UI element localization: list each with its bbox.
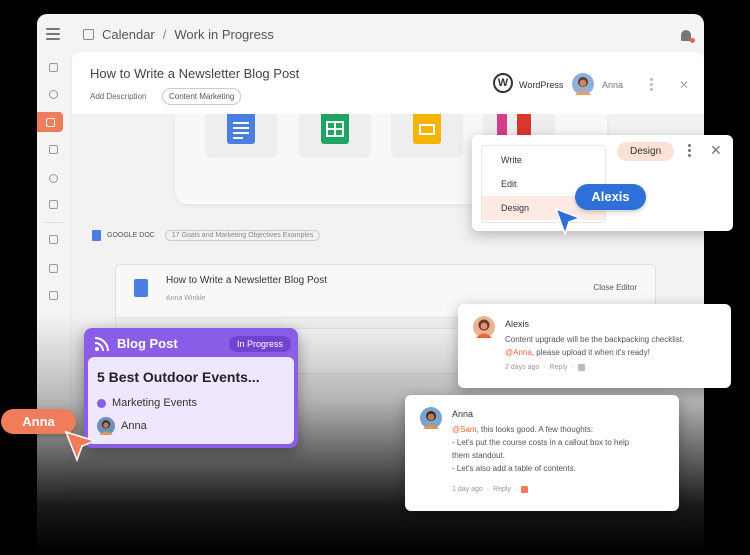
breadcrumb-current[interactable]: Work in Progress bbox=[174, 27, 273, 42]
breadcrumb-separator: / bbox=[162, 27, 167, 42]
comment-meta: 2 days ago · Reply · bbox=[505, 364, 585, 371]
linked-doc-pill[interactable]: 17 Goals and Marketing Objectives Exampl… bbox=[164, 230, 321, 241]
reply-link[interactable]: Reply bbox=[550, 364, 568, 371]
book-icon[interactable] bbox=[46, 197, 61, 212]
editor-author: Anna Winkle bbox=[166, 295, 206, 302]
add-description-link[interactable]: Add Description bbox=[90, 92, 146, 101]
google-doc-section: GOOGLE DOC 17 Goals and Marketing Object… bbox=[92, 230, 321, 241]
comment-anna: Anna @Sam, this looks good. A few though… bbox=[405, 395, 679, 511]
meta-separator: · bbox=[515, 486, 518, 493]
reply-link[interactable]: Reply bbox=[493, 486, 511, 493]
content-tag[interactable]: Content Marketing bbox=[162, 88, 242, 105]
users-icon[interactable] bbox=[46, 171, 61, 186]
blog-card-body: 5 Best Outdoor Events... Marketing Event… bbox=[88, 357, 294, 444]
menu-more-icon[interactable] bbox=[688, 144, 691, 159]
blog-assignee: Anna bbox=[97, 417, 147, 435]
blue-cursor-icon bbox=[554, 207, 583, 237]
anna-avatar-comment bbox=[420, 407, 442, 429]
blog-category: Marketing Events bbox=[97, 397, 197, 409]
menu-close-icon[interactable]: ✕ bbox=[710, 143, 722, 157]
rss-icon bbox=[94, 337, 109, 352]
briefcase-icon[interactable] bbox=[46, 288, 61, 303]
google-slides-card[interactable] bbox=[391, 114, 463, 158]
sidebar-divider bbox=[43, 222, 63, 223]
doc-file-icon bbox=[134, 279, 148, 297]
comment-author: Alexis bbox=[505, 319, 530, 329]
blog-post-card[interactable]: Blog Post In Progress 5 Best Outdoor Eve… bbox=[84, 328, 298, 448]
mention-anna[interactable]: @Anna bbox=[505, 348, 532, 357]
blog-title[interactable]: 5 Best Outdoor Events... bbox=[97, 369, 260, 385]
menu-item-write[interactable]: Write bbox=[482, 148, 605, 172]
wordpress-icon: W bbox=[493, 73, 513, 93]
editor-title[interactable]: How to Write a Newsletter Blog Post bbox=[166, 275, 327, 286]
assignee-name[interactable]: Anna bbox=[602, 80, 623, 90]
comment-time: 1 day ago bbox=[452, 486, 483, 493]
close-editor-button[interactable]: Close Editor bbox=[593, 283, 637, 292]
board-icon[interactable] bbox=[46, 142, 61, 157]
home-icon[interactable] bbox=[46, 60, 61, 75]
chart-icon[interactable] bbox=[46, 261, 61, 276]
selected-status-pill[interactable]: Design bbox=[617, 142, 675, 161]
meta-separator: · bbox=[543, 364, 546, 371]
google-docs-card[interactable] bbox=[205, 114, 277, 158]
more-options-icon[interactable] bbox=[650, 78, 653, 93]
google-sheets-icon bbox=[321, 114, 349, 144]
comment-line: Content upgrade will be the backpacking … bbox=[505, 335, 685, 344]
top-bar: Calendar / Work in Progress bbox=[37, 14, 704, 54]
breadcrumb: Calendar / Work in Progress bbox=[83, 27, 274, 42]
anna-avatar bbox=[572, 73, 594, 95]
comment-line: @Anna, please upload it when it's ready! bbox=[505, 346, 650, 359]
hamburger-menu-icon[interactable] bbox=[46, 28, 60, 40]
calendar-icon bbox=[83, 29, 94, 40]
google-slides-icon bbox=[413, 114, 441, 144]
google-sheets-card[interactable] bbox=[299, 114, 371, 158]
calendar-nav-icon[interactable] bbox=[37, 112, 63, 132]
comment-line: @Sam, this looks good. A few thoughts: bbox=[452, 423, 593, 436]
document-title[interactable]: How to Write a Newsletter Blog Post bbox=[90, 66, 299, 81]
close-icon[interactable]: ✕ bbox=[679, 79, 689, 91]
google-doc-icon bbox=[92, 230, 101, 241]
wordpress-label[interactable]: WordPress bbox=[519, 80, 563, 90]
comment-line: them standout. bbox=[452, 451, 505, 460]
orange-cursor-icon bbox=[64, 430, 98, 463]
mention-sam[interactable]: @Sam bbox=[452, 425, 477, 434]
status-badge[interactable]: In Progress bbox=[229, 336, 292, 352]
comment-line: - Let's put the course costs in a callou… bbox=[452, 438, 630, 447]
category-label: Marketing Events bbox=[112, 397, 197, 409]
lightbulb-icon[interactable] bbox=[46, 87, 61, 102]
comment-time: 2 days ago bbox=[505, 364, 540, 371]
comment-author: Anna bbox=[452, 409, 474, 419]
category-dot-icon bbox=[97, 398, 106, 408]
alexis-cursor-label: Alexis bbox=[575, 184, 646, 210]
anna-avatar-small bbox=[97, 417, 115, 435]
meta-separator: · bbox=[571, 364, 574, 371]
alexis-avatar bbox=[473, 316, 495, 338]
notification-dot bbox=[690, 38, 695, 43]
breadcrumb-root[interactable]: Calendar bbox=[102, 27, 155, 42]
status-menu: Write Edit Design Design ✕ bbox=[472, 135, 733, 231]
comment-meta: 1 day ago · Reply · bbox=[452, 486, 529, 493]
comment-line-rest: , this looks good. A few thoughts: bbox=[476, 425, 594, 434]
like-icon[interactable] bbox=[521, 486, 529, 493]
assignee-label: Anna bbox=[121, 420, 147, 432]
shuffle-icon[interactable] bbox=[46, 232, 61, 247]
google-docs-icon bbox=[227, 114, 255, 144]
comment-line-rest: , please upload it when it's ready! bbox=[531, 348, 650, 357]
blog-post-label: Blog Post bbox=[117, 336, 178, 351]
meta-separator: · bbox=[486, 486, 490, 493]
like-icon[interactable] bbox=[577, 364, 585, 371]
sidebar bbox=[37, 54, 71, 354]
comment-alexis: Alexis Content upgrade will be the backp… bbox=[458, 304, 731, 388]
comment-line: - Let's also add a table of contents. bbox=[452, 464, 576, 473]
google-doc-label: GOOGLE DOC bbox=[107, 232, 155, 239]
